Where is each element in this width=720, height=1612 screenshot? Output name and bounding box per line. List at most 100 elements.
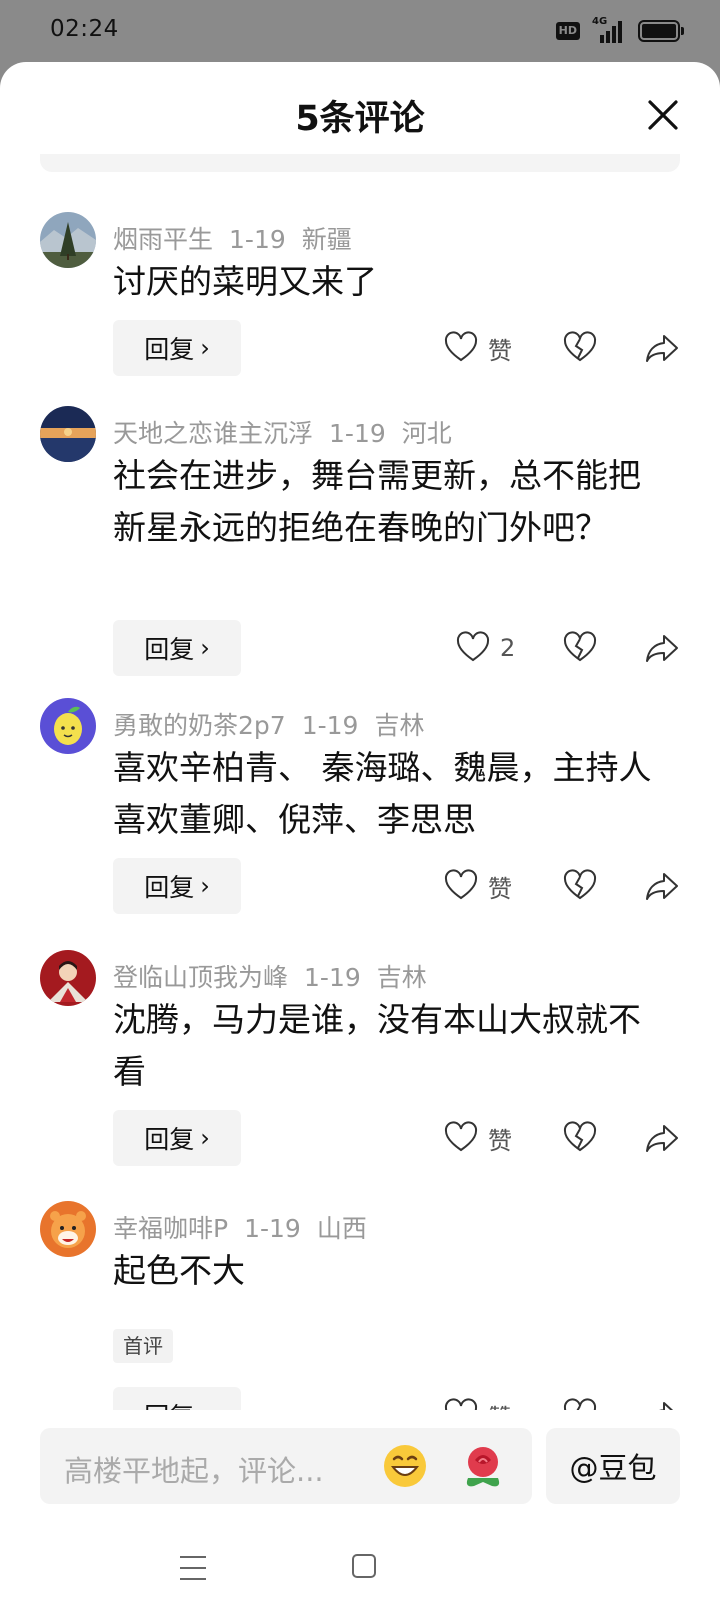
avatar[interactable] bbox=[40, 698, 96, 754]
home-square-icon[interactable] bbox=[352, 1554, 376, 1578]
avatar[interactable] bbox=[40, 1201, 96, 1257]
reply-button[interactable]: 回复› bbox=[113, 858, 241, 914]
heart-icon bbox=[444, 1121, 478, 1152]
like-label: 赞 bbox=[488, 874, 512, 903]
comment-meta: 登临山顶我为峰 1-19 吉林 bbox=[113, 958, 427, 994]
broken-heart-icon bbox=[563, 869, 597, 900]
dislike-button[interactable] bbox=[563, 331, 597, 365]
close-icon bbox=[648, 100, 678, 130]
status-bar: 02:24 HD 4G bbox=[0, 0, 720, 64]
comment-username[interactable]: 幸福咖啡P bbox=[113, 1214, 228, 1243]
comment-region: 吉林 bbox=[376, 963, 427, 992]
like-button[interactable]: 2 bbox=[456, 620, 515, 676]
reply-label: 回复 bbox=[144, 873, 195, 902]
reply-label: 回复 bbox=[144, 1125, 195, 1154]
like-button[interactable]: 赞 bbox=[444, 858, 512, 914]
reply-label: 回复 bbox=[144, 635, 195, 664]
comment-region: 吉林 bbox=[374, 711, 425, 740]
avatar[interactable] bbox=[40, 212, 96, 268]
status-time: 02:24 bbox=[50, 16, 119, 42]
chevron-right-icon: › bbox=[200, 634, 210, 662]
like-label: 赞 bbox=[488, 1398, 512, 1411]
comment-date: 1-19 bbox=[304, 963, 361, 992]
comments-sheet: 5条评论 烟雨平生 1-19 新疆 讨厌的菜明又来了 回复 › 赞 天地之恋谁主… bbox=[0, 62, 720, 1612]
comment-username[interactable]: 勇敢的奶茶2p7 bbox=[113, 711, 286, 740]
menu-icon[interactable] bbox=[180, 1556, 206, 1580]
broken-heart-icon bbox=[563, 331, 597, 362]
avatar[interactable] bbox=[40, 950, 96, 1006]
heart-icon bbox=[444, 869, 478, 900]
share-button[interactable] bbox=[644, 1121, 680, 1155]
comment-meta: 勇敢的奶茶2p7 1-19 吉林 bbox=[113, 706, 424, 742]
dislike-button[interactable] bbox=[563, 631, 597, 665]
comment-input-bar: 高楼平地起，评论... @豆包 bbox=[0, 1422, 720, 1512]
comment-actions: 回复› 赞 bbox=[0, 858, 720, 914]
grinning-emoji-icon bbox=[384, 1445, 426, 1487]
at-mention-button[interactable]: @豆包 bbox=[546, 1428, 680, 1504]
heart-icon bbox=[456, 631, 490, 662]
comment-text[interactable]: 讨厌的菜明又来了 bbox=[113, 256, 673, 308]
reply-button[interactable]: 回复› bbox=[113, 1110, 241, 1166]
sheet-header: 5条评论 bbox=[0, 62, 720, 156]
share-arrow-icon bbox=[659, 1402, 674, 1410]
comment-username[interactable]: 烟雨平生 bbox=[113, 225, 213, 254]
red-cartoon-avatar-icon bbox=[40, 950, 96, 1006]
comment-text[interactable]: 社会在进步，舞台需更新，总不能把新星永远的拒绝在春晚的门外吧？ bbox=[113, 450, 673, 554]
share-arrow-icon bbox=[646, 1125, 678, 1152]
comment-list[interactable]: 烟雨平生 1-19 新疆 讨厌的菜明又来了 回复 › 赞 天地之恋谁主沉浮 1-… bbox=[0, 182, 720, 1410]
reply-button[interactable]: 回复› bbox=[113, 620, 241, 676]
lemon-avatar-icon bbox=[40, 698, 96, 754]
tiger-avatar-icon bbox=[40, 1201, 96, 1257]
sheet-title: 5条评论 bbox=[295, 99, 425, 139]
rose-icon bbox=[466, 1447, 500, 1487]
avatar[interactable] bbox=[40, 406, 96, 462]
like-label: 赞 bbox=[488, 1126, 512, 1155]
sunset-lake-avatar-icon bbox=[40, 406, 96, 462]
share-button[interactable] bbox=[644, 869, 680, 903]
comment-text[interactable]: 起色不大 bbox=[113, 1245, 673, 1297]
like-button[interactable]: 赞 bbox=[444, 320, 512, 376]
system-nav-bar bbox=[0, 1512, 720, 1612]
signal-icon: 4G bbox=[592, 16, 626, 43]
comment-text[interactable]: 沈腾，马力是谁，没有本山大叔就不看 bbox=[113, 994, 673, 1098]
share-arrow-icon bbox=[646, 635, 678, 662]
landscape-tree-avatar-icon bbox=[40, 212, 96, 268]
broken-heart-icon bbox=[563, 1398, 597, 1410]
chevron-right-icon: › bbox=[200, 872, 210, 900]
share-button[interactable] bbox=[644, 331, 680, 365]
dislike-button[interactable] bbox=[563, 869, 597, 903]
like-button[interactable]: 赞 bbox=[444, 1387, 512, 1410]
reply-button[interactable]: 回复› bbox=[113, 320, 241, 376]
share-arrow-icon bbox=[646, 335, 678, 362]
like-button[interactable]: 赞 bbox=[444, 1110, 512, 1166]
share-button[interactable] bbox=[644, 1398, 680, 1410]
broken-heart-icon bbox=[563, 631, 597, 662]
comment-meta: 天地之恋谁主沉浮 1-19 河北 bbox=[113, 414, 452, 450]
like-label: 赞 bbox=[488, 336, 512, 365]
comment-text[interactable]: 喜欢辛柏青、 秦海璐、魏晨，主持人喜欢董卿、倪萍、李思思 bbox=[113, 742, 673, 846]
reply-label: 回复 bbox=[144, 335, 195, 364]
previous-content-strip bbox=[40, 154, 680, 172]
broken-heart-icon bbox=[563, 1121, 597, 1152]
share-button[interactable] bbox=[644, 631, 680, 665]
emoji-button[interactable] bbox=[382, 1443, 428, 1489]
hd-icon: HD bbox=[555, 22, 580, 40]
comment-input[interactable]: 高楼平地起，评论... bbox=[40, 1428, 532, 1504]
comment-username[interactable]: 登临山顶我为峰 bbox=[113, 963, 288, 992]
chevron-right-icon: › bbox=[200, 334, 210, 362]
reply-button[interactable]: 回复› bbox=[113, 1387, 241, 1410]
comment-actions: 回复 › 2 bbox=[0, 620, 720, 676]
reply-label: 回复 bbox=[144, 1397, 194, 1410]
comment-input-placeholder: 高楼平地起，评论... bbox=[64, 1454, 324, 1488]
dislike-button[interactable] bbox=[563, 1398, 597, 1410]
comment-username[interactable]: 天地之恋谁主沉浮 bbox=[113, 419, 313, 448]
close-button[interactable] bbox=[646, 98, 680, 132]
rose-button[interactable] bbox=[460, 1442, 506, 1490]
comment-actions: 回复› 赞 bbox=[0, 1387, 720, 1410]
comment-meta: 烟雨平生 1-19 新疆 bbox=[113, 220, 352, 256]
status-icons: HD 4G bbox=[555, 16, 684, 44]
share-arrow-icon bbox=[646, 873, 678, 900]
comment-date: 1-19 bbox=[329, 419, 386, 448]
chevron-right-icon: › bbox=[200, 1124, 210, 1152]
dislike-button[interactable] bbox=[563, 1121, 597, 1155]
